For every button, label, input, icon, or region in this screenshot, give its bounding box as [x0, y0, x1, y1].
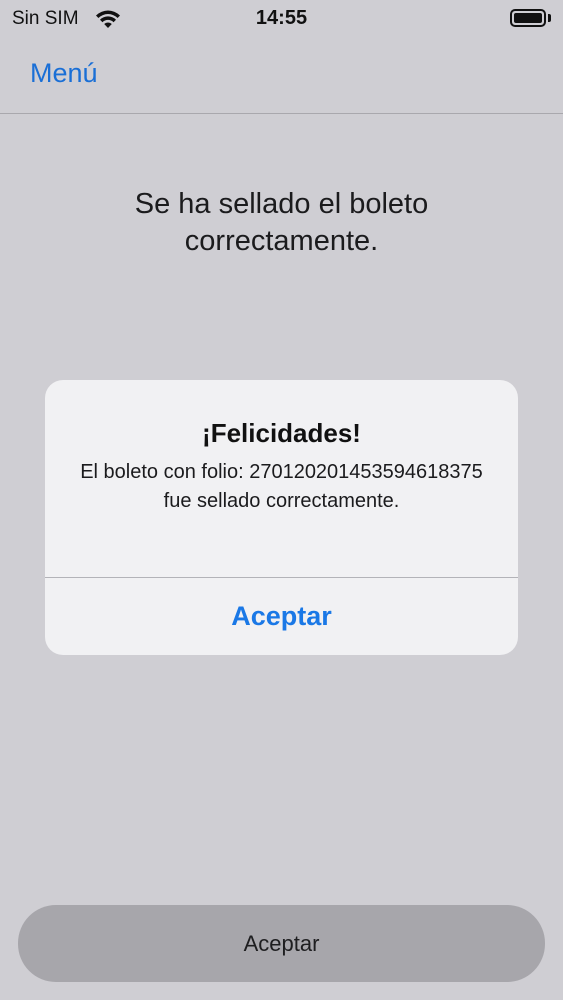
- alert-accept-button[interactable]: Aceptar: [45, 578, 518, 655]
- accept-button[interactable]: Aceptar: [18, 905, 545, 982]
- alert-dialog: ¡Felicidades! El boleto con folio: 27012…: [45, 380, 518, 655]
- alert-message: El boleto con folio: 2701202014535946183…: [80, 461, 483, 512]
- success-message: Se ha sellado el boleto correctamente.: [134, 188, 429, 257]
- battery-full-icon: [510, 9, 546, 27]
- battery-cap: [548, 14, 551, 22]
- status-bar: Sin SIM 14:55: [0, 0, 563, 38]
- navigation-bar: Menú: [0, 38, 563, 114]
- clock: 14:55: [255, 7, 308, 29]
- menu-back-button[interactable]: Menú: [30, 58, 98, 89]
- alert-title: ¡Felicidades!: [202, 418, 361, 448]
